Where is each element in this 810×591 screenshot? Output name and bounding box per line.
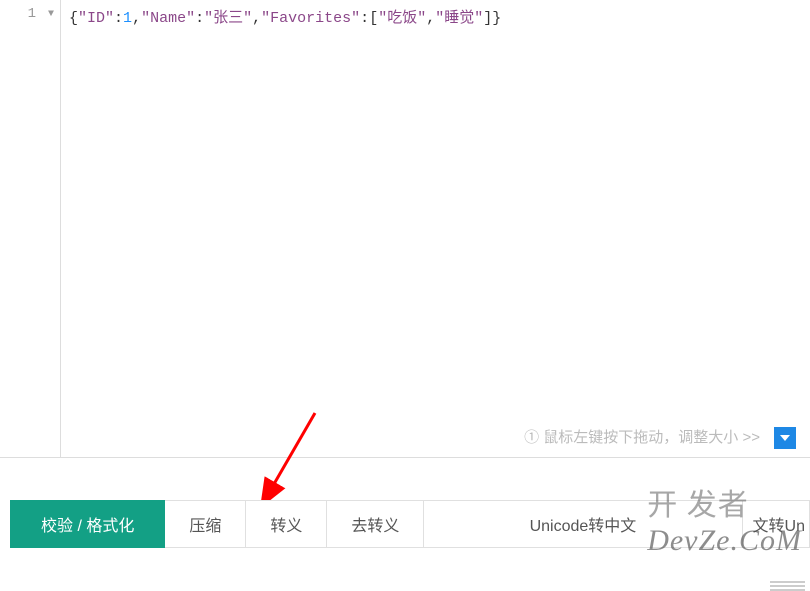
- editor-gutter: 1 ▼: [0, 0, 60, 457]
- resize-handle-icon[interactable]: [770, 581, 805, 591]
- line-number-text: 1: [28, 6, 36, 22]
- json-fav-1: "睡觉": [435, 10, 483, 27]
- json-key-name: "Name": [141, 10, 195, 27]
- unicode-to-chinese-button[interactable]: Unicode转中文: [424, 500, 741, 548]
- resize-hint-text: ① 鼠标左键按下拖动，调整大小 >>: [524, 426, 760, 447]
- unescape-button[interactable]: 去转义: [327, 500, 424, 548]
- fold-marker-icon[interactable]: ▼: [48, 9, 54, 20]
- json-val-name: "张三": [204, 10, 252, 27]
- json-key-id: "ID": [78, 10, 114, 27]
- code-content[interactable]: {"ID":1,"Name":"张三","Favorites":["吃饭","睡…: [60, 0, 810, 457]
- overflow-button[interactable]: 文转Un: [742, 500, 810, 548]
- json-val-id: 1: [123, 10, 132, 27]
- chevron-down-icon: [779, 432, 791, 444]
- validate-format-button[interactable]: 校验 / 格式化: [10, 500, 165, 548]
- compress-button[interactable]: 压缩: [165, 500, 246, 548]
- json-fav-0: "吃饭": [378, 10, 426, 27]
- line-number: 1 ▼: [0, 6, 60, 22]
- toolbar: 校验 / 格式化 压缩 转义 去转义 Unicode转中文 文转Un: [10, 500, 810, 548]
- escape-button[interactable]: 转义: [246, 500, 327, 548]
- code-editor[interactable]: 1 ▼ {"ID":1,"Name":"张三","Favorites":["吃饭…: [0, 0, 810, 458]
- json-key-fav: "Favorites": [261, 10, 360, 27]
- editor-dropdown-button[interactable]: [774, 427, 796, 449]
